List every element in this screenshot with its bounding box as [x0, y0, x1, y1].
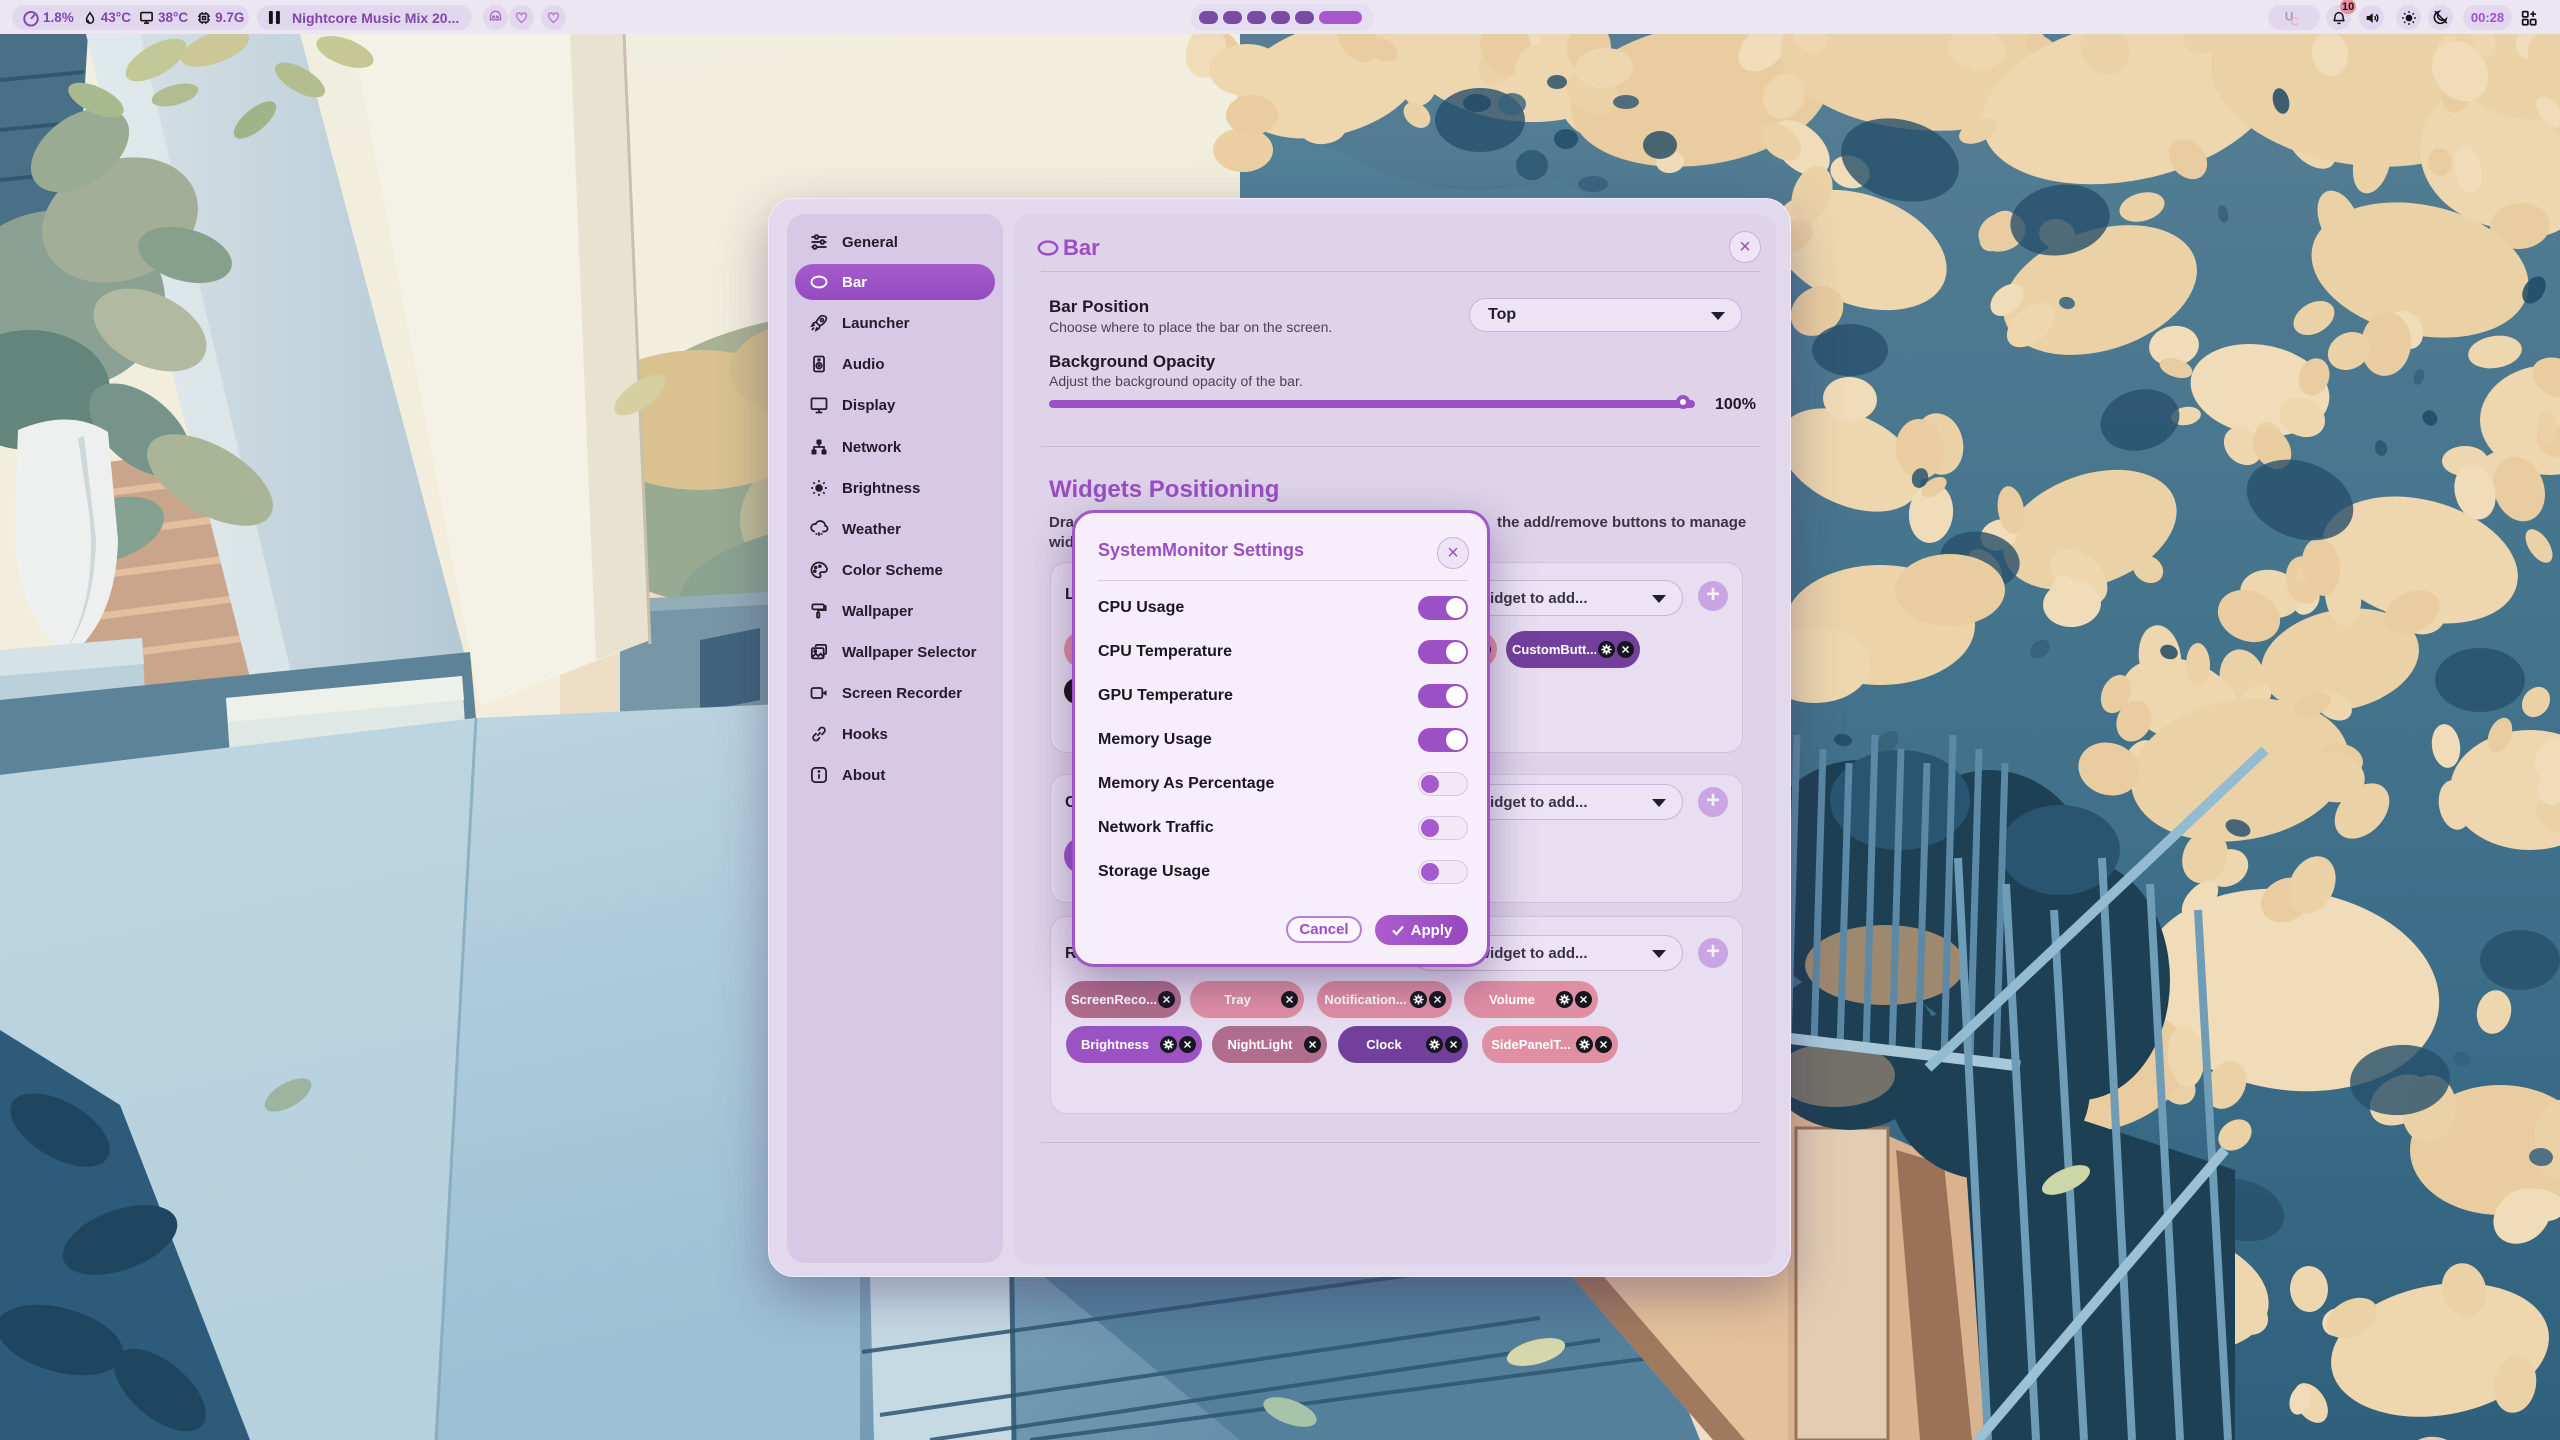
svg-text:C: C [2291, 15, 2300, 28]
